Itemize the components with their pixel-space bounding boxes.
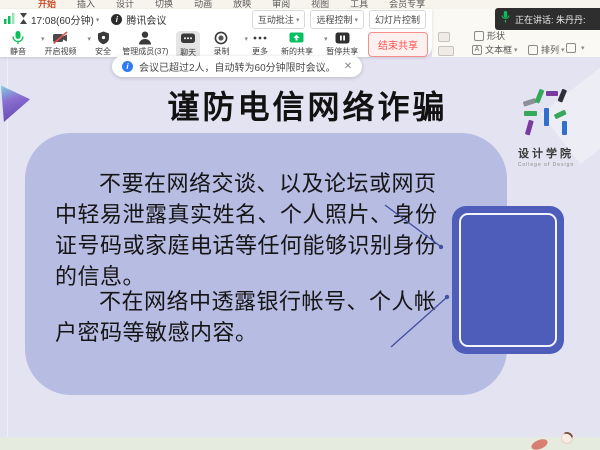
placeholder-icon: [566, 43, 576, 53]
manage-members-button[interactable]: 管理成员(37): [124, 31, 167, 57]
wps-menu-start[interactable]: 开始: [38, 0, 56, 9]
chevron-down-icon: ▾: [354, 16, 358, 24]
start-video-button[interactable]: 开启视频: [45, 31, 77, 57]
ribbon-arrange-button[interactable]: 排列 ▾: [528, 43, 565, 56]
ribbon-shapes-button[interactable]: 形状: [474, 29, 505, 42]
more-button[interactable]: 更多: [248, 31, 272, 57]
info-icon: i: [122, 61, 133, 72]
chevron-down-icon: ▾: [514, 46, 518, 54]
interactive-annotation-button[interactable]: 互动批注 ▾: [252, 10, 306, 29]
slide-control-label: 幻灯片控制: [375, 13, 420, 26]
college-logo: 设计学院 College of Design: [506, 88, 586, 168]
shapes-label: 形状: [487, 29, 505, 42]
record-icon: [214, 31, 228, 45]
meeting-notification: i 会议已超过2人，自动转为60分钟限时会议。 ✕: [112, 56, 362, 77]
chevron-down-icon: ▾: [296, 16, 300, 24]
chat-button[interactable]: 聊天: [176, 31, 201, 59]
pause-share-button[interactable]: 暂停共享: [327, 31, 357, 57]
ribbon-textbox-button[interactable]: A 文本框 ▾: [472, 43, 518, 56]
textbox-icon: A: [472, 45, 482, 55]
ribbon-extra-button[interactable]: ▾: [566, 43, 585, 53]
new-share-button[interactable]: 新的共享: [281, 31, 313, 57]
wps-menu-member[interactable]: 会员专享: [389, 0, 425, 9]
end-share-button[interactable]: 结束共享: [368, 32, 428, 57]
remote-control-label: 远程控制: [316, 13, 352, 26]
college-logo-subtitle: College of Design: [518, 162, 574, 168]
interactive-annotation-label: 互动批注: [258, 13, 294, 26]
meeting-timer[interactable]: 17:08(60分钟): [31, 12, 94, 27]
meeting-toolbar: 17:08(60分钟) ▾ i 腾讯会议 互动批注 ▾ 远程控制 ▾ 幻灯片控制: [0, 9, 432, 57]
arrange-icon: [528, 45, 538, 55]
ribbon-paste-icon[interactable]: [438, 32, 450, 42]
chevron-down-icon: ▾: [561, 46, 565, 54]
wps-menu-animation[interactable]: 动画: [194, 0, 212, 9]
wps-menu-slideshow[interactable]: 放映: [233, 0, 251, 9]
slide-image-placeholder: [452, 206, 564, 354]
remote-control-button[interactable]: 远程控制 ▾: [310, 10, 364, 29]
wps-menu-insert[interactable]: 插入: [77, 0, 95, 9]
camera-off-icon: [53, 31, 68, 45]
app-name: 腾讯会议: [126, 12, 166, 27]
bottom-green-strip: [0, 437, 600, 450]
start-video-label: 开启视频: [45, 46, 77, 57]
shapes-icon: [474, 31, 484, 41]
chat-icon: [181, 32, 195, 46]
textbox-label: 文本框: [485, 43, 512, 56]
mute-label: 静音: [10, 46, 26, 57]
slide-paragraph-1: 不要在网络交谈、以及论坛或网页中轻易泄露真实姓名、个人照片、身份证号码或家庭电话…: [55, 168, 441, 292]
security-label: 安全: [95, 46, 111, 57]
chevron-down-icon: ▾: [581, 44, 585, 52]
security-button[interactable]: 安全: [91, 31, 115, 57]
speaking-indicator: 正在讲话: 朱丹丹:: [495, 8, 600, 30]
record-button[interactable]: 录制: [209, 31, 233, 57]
slide-paragraph-2: 不在网络中透露银行帐号、个人帐户密码等敏感内容。: [55, 286, 441, 348]
shield-icon: [97, 31, 110, 45]
placeholder-inner-border: [459, 213, 557, 347]
speaking-text: 正在讲话: 朱丹丹:: [515, 13, 586, 26]
notification-text: 会议已超过2人，自动转为60分钟限时会议。: [139, 59, 336, 74]
microphone-icon: [11, 31, 25, 45]
mute-button[interactable]: 静音: [6, 31, 30, 57]
ribbon-select-icon[interactable]: [438, 46, 454, 56]
arrange-label: 排列: [541, 43, 559, 56]
college-logo-name: 设计学院: [518, 145, 574, 161]
close-icon[interactable]: ✕: [344, 61, 352, 72]
hourglass-icon: [19, 11, 28, 29]
share-screen-icon: [289, 31, 304, 45]
signal-icon: [4, 11, 15, 29]
more-dots-icon: [252, 31, 268, 45]
screen: 开始 插入 设计 切换 动画 放映 审阅 视图 工具 会员专享 17:08(60…: [0, 0, 600, 450]
wps-menu-design[interactable]: 设计: [116, 0, 134, 9]
microphone-active-icon: [501, 10, 510, 28]
person-icon: [138, 31, 152, 45]
wps-menu-tools[interactable]: 工具: [350, 0, 368, 9]
college-logo-icon: [522, 88, 570, 143]
wps-menu-review[interactable]: 审阅: [272, 0, 290, 9]
wps-menu-transition[interactable]: 切换: [155, 0, 173, 9]
info-icon[interactable]: i: [111, 14, 122, 25]
slide-control-button[interactable]: 幻灯片控制: [369, 10, 426, 29]
pause-icon: [335, 31, 350, 45]
chevron-down-icon[interactable]: ▾: [96, 16, 100, 24]
wps-menu-view[interactable]: 视图: [311, 0, 329, 9]
